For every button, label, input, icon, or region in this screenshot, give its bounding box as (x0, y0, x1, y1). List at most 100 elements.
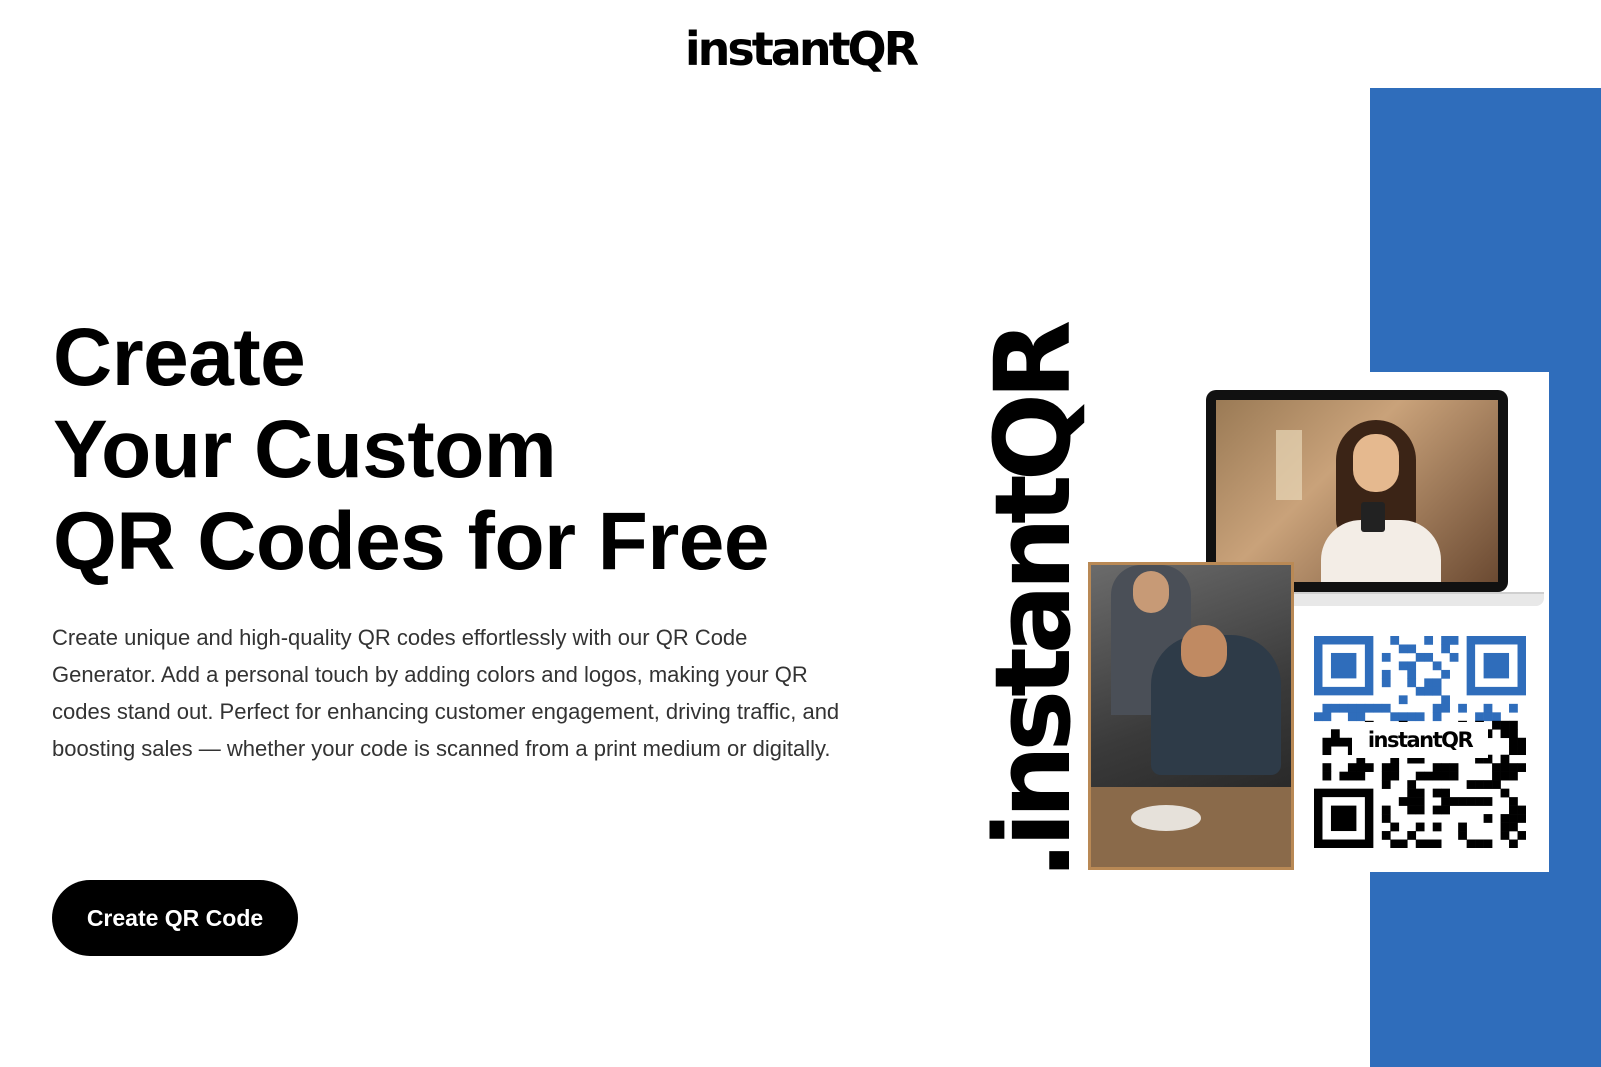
qr-module (1475, 712, 1484, 722)
qr-module (1441, 695, 1450, 705)
qr-module (1356, 771, 1366, 781)
qr-module (1407, 661, 1417, 671)
brand-logo[interactable]: instantQR (0, 14, 1601, 84)
qr-module (1398, 644, 1408, 654)
qr-module (1322, 763, 1332, 772)
qr-module (1449, 771, 1459, 781)
qr-module (1322, 737, 1332, 747)
qr-module (1415, 771, 1425, 781)
hero-title: Create Your Custom QR Codes for Free (53, 312, 769, 588)
qr-module (1449, 797, 1459, 806)
qr-module (1424, 636, 1434, 645)
chef-photo (1088, 562, 1294, 870)
qr-module (1339, 703, 1349, 713)
qr-module (1483, 814, 1493, 823)
qr-module (1347, 771, 1357, 781)
chef-head (1181, 625, 1227, 677)
qr-module (1381, 805, 1391, 815)
qr-module (1407, 797, 1417, 806)
qr-module (1483, 797, 1493, 806)
landing-page: instantQR Create Your Custom QR Codes fo… (0, 0, 1601, 1067)
qr-module (1390, 636, 1400, 645)
qr-module (1492, 780, 1501, 789)
qr-module (1381, 652, 1391, 662)
qr-module (1441, 771, 1450, 781)
qr-module (1415, 652, 1425, 662)
laptop-screen-photo (1216, 400, 1498, 582)
qr-module (1500, 729, 1510, 739)
qr-module (1500, 771, 1510, 781)
qr-module (1424, 771, 1434, 781)
qr-module (1500, 788, 1510, 798)
qr-module (1432, 788, 1442, 798)
qr-module (1432, 822, 1442, 832)
qr-module (1330, 703, 1340, 713)
qr-module (1517, 814, 1526, 823)
qr-module (1517, 831, 1526, 840)
qr-module (1381, 780, 1391, 789)
qr-module (1356, 703, 1366, 713)
qr-module (1492, 763, 1501, 772)
qr-module (1466, 797, 1476, 806)
qr-module (1373, 703, 1383, 713)
qr-module (1415, 805, 1425, 815)
qr-module (1466, 780, 1476, 789)
qr-module (1458, 703, 1467, 713)
qr-module (1407, 831, 1417, 840)
qr-finder-top-right-core (1483, 652, 1510, 679)
qr-module (1517, 805, 1526, 815)
qr-finder-bottom-left-core (1330, 805, 1357, 832)
qr-module (1432, 678, 1442, 688)
qr-module (1415, 686, 1425, 696)
qr-module (1441, 797, 1450, 806)
qr-module (1407, 712, 1417, 722)
qr-module (1517, 746, 1526, 756)
qr-module (1432, 712, 1442, 722)
qr-module (1407, 788, 1417, 798)
qr-module (1390, 763, 1400, 772)
qr-module (1458, 797, 1467, 806)
phone-icon (1361, 502, 1385, 532)
qr-module (1347, 763, 1357, 772)
qr-module (1441, 703, 1450, 713)
qr-module (1415, 797, 1425, 806)
qr-module (1441, 763, 1450, 772)
qr-module (1415, 712, 1425, 722)
vertical-brand-logo: .instantQR (972, 326, 1094, 880)
qr-module (1356, 712, 1366, 722)
qr-code-image: instantQR (1314, 636, 1526, 848)
qr-module (1500, 754, 1510, 764)
qr-module (1330, 729, 1340, 739)
qr-module (1441, 805, 1450, 815)
qr-module (1339, 771, 1349, 781)
qr-module (1407, 780, 1417, 789)
qr-module (1441, 644, 1450, 654)
chef-head (1133, 571, 1169, 613)
lamp-shape (1276, 430, 1302, 500)
qr-module (1500, 822, 1510, 832)
qr-module (1492, 720, 1501, 730)
qr-module (1432, 661, 1442, 671)
qr-module (1356, 763, 1366, 772)
qr-module (1500, 763, 1510, 772)
qr-module (1466, 839, 1476, 848)
qr-module (1322, 771, 1332, 781)
qr-module (1381, 703, 1391, 713)
qr-module (1483, 703, 1493, 713)
qr-module (1381, 678, 1391, 688)
qr-module (1449, 652, 1459, 662)
qr-module (1441, 788, 1450, 798)
qr-module (1509, 763, 1518, 772)
create-qr-code-button[interactable]: Create QR Code (52, 880, 298, 956)
qr-module (1483, 780, 1493, 789)
qr-module (1509, 822, 1518, 832)
qr-module (1398, 712, 1408, 722)
qr-module (1330, 737, 1340, 747)
plate-shape (1131, 805, 1201, 831)
qr-module (1415, 839, 1425, 848)
qr-module (1381, 814, 1391, 823)
qr-module (1449, 763, 1459, 772)
qr-module (1509, 746, 1518, 756)
woman-with-phone (1321, 420, 1441, 582)
qr-module (1432, 771, 1442, 781)
